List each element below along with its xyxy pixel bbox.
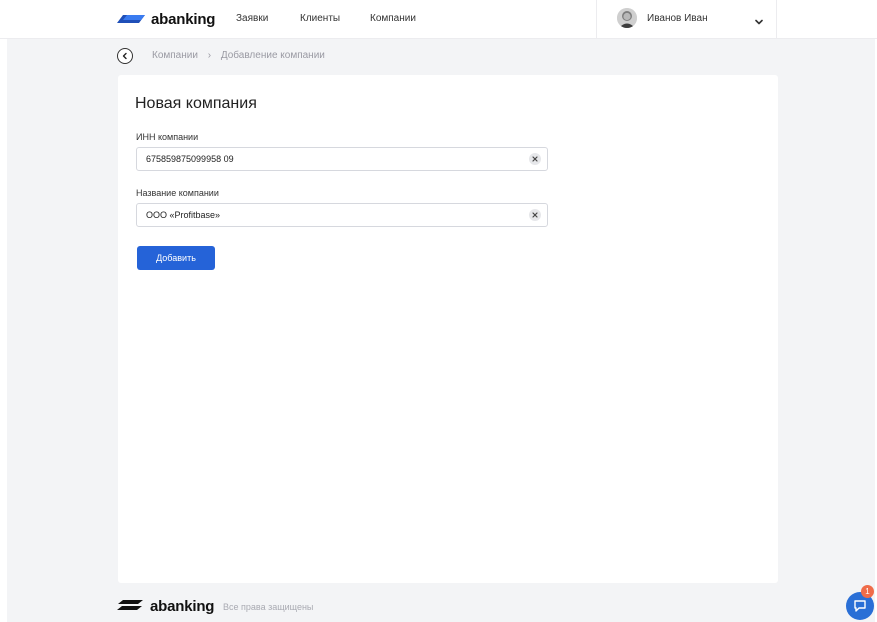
logo-mark-icon xyxy=(117,10,145,28)
footer-logo: abanking xyxy=(117,597,214,615)
brand-name: abanking xyxy=(151,10,216,28)
chat-notification-badge: 1 xyxy=(861,585,874,598)
breadcrumb-item-current: Добавление компании xyxy=(220,50,325,61)
close-icon xyxy=(532,212,538,218)
page-title: Новая компания xyxy=(135,95,257,112)
clear-inn-button[interactable] xyxy=(529,153,541,165)
copyright-text: Все права защищены xyxy=(223,602,314,612)
company-name-field[interactable] xyxy=(137,204,526,226)
add-company-button[interactable]: Добавить xyxy=(137,246,215,270)
clear-company-name-button[interactable] xyxy=(529,209,541,221)
nav-item-requests[interactable]: Заявки xyxy=(236,13,268,24)
chevron-right-icon: › xyxy=(207,50,212,61)
form-card: Новая компания ИНН компании Название ком… xyxy=(118,75,778,583)
chevron-left-icon xyxy=(121,47,129,65)
footer-brand-name: abanking xyxy=(150,597,215,615)
brand-logo[interactable]: abanking xyxy=(117,10,215,28)
logo-mark-icon xyxy=(117,597,143,615)
user-name: Иванов Иван xyxy=(647,13,708,24)
close-icon xyxy=(532,156,538,162)
avatar xyxy=(617,8,637,28)
user-menu[interactable]: Иванов Иван xyxy=(596,0,777,38)
back-button[interactable] xyxy=(117,48,133,64)
chat-icon xyxy=(854,600,866,612)
nav-item-companies[interactable]: Компании xyxy=(370,13,416,24)
nav-item-clients[interactable]: Клиенты xyxy=(300,13,340,24)
inn-field[interactable] xyxy=(137,148,526,170)
company-name-label: Название компании xyxy=(136,188,219,198)
inn-label: ИНН компании xyxy=(136,132,199,142)
inn-field-wrapper xyxy=(136,147,548,171)
company-name-field-wrapper xyxy=(136,203,548,227)
breadcrumb: Компании › Добавление компании xyxy=(152,50,325,61)
chevron-down-icon[interactable] xyxy=(754,14,764,25)
top-header: abanking Заявки Клиенты Компании Иванов … xyxy=(0,0,877,39)
breadcrumb-item-companies[interactable]: Компании xyxy=(152,50,198,61)
